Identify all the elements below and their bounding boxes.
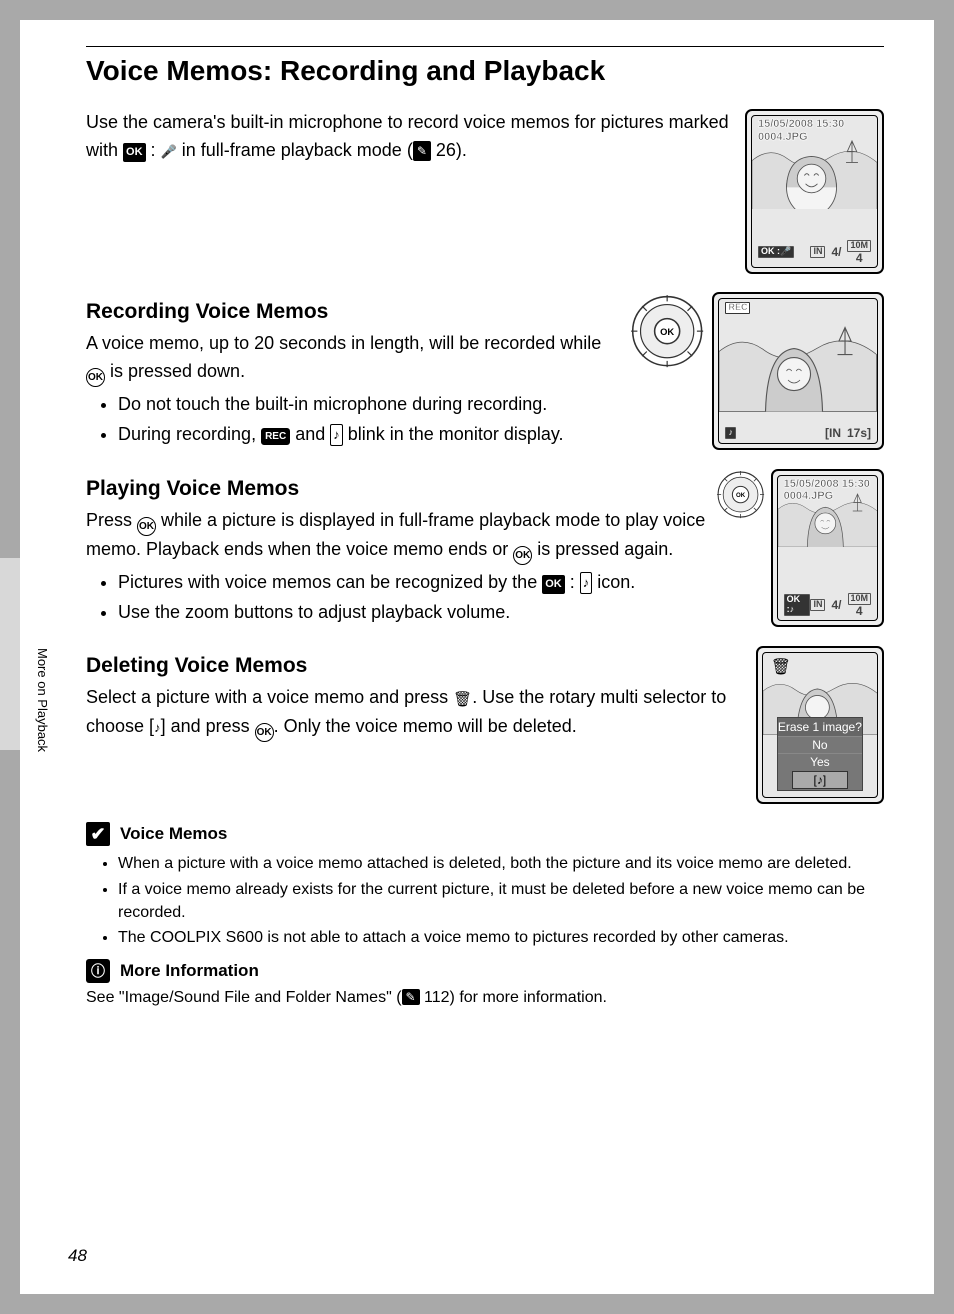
lcd-date: 15/05/2008 15:30 <box>758 118 844 131</box>
ok-dial: OK <box>715 469 766 525</box>
page-ref-icon: ✎ <box>413 141 431 162</box>
moreinfo-heading: More Information <box>120 961 259 981</box>
mic-icon <box>161 137 177 165</box>
erase-memo: [♪] <box>792 771 848 789</box>
recording-note-2: During recording, REC and blink in the m… <box>118 421 618 449</box>
lcd-recording: REC ♪ [IN 17s] <box>712 292 884 450</box>
erase-title: Erase 1 image? <box>778 718 862 736</box>
lcd-date: 15/05/2008 15:30 <box>784 478 870 491</box>
lcd-file: 0004.JPG <box>784 490 870 503</box>
ok-icon: OK <box>255 723 274 742</box>
trash-icon: 🗑 <box>771 657 791 677</box>
svg-text:OK: OK <box>660 326 674 337</box>
in-badge: IN <box>810 246 825 258</box>
erase-no: No <box>778 736 862 753</box>
check-icon: ✔ <box>86 822 110 846</box>
res-badge: 10M <box>848 593 872 605</box>
ok-play-badge: OK :♪ <box>784 594 811 616</box>
in-badge: IN <box>810 599 825 611</box>
erase-yes: Yes <box>778 753 862 770</box>
moreinfo-section: ⓘ More Information See "Image/Sound File… <box>86 959 884 1007</box>
lcd-file: 0004.JPG <box>758 131 844 144</box>
time-label: 17s] <box>847 426 871 440</box>
page-number: 48 <box>68 1246 87 1266</box>
recording-note-1: Do not touch the built-in microphone dur… <box>118 391 618 419</box>
section-label: More on Playback <box>35 648 50 752</box>
lcd-playback-1: 15/05/2008 15:30 0004.JPG OK :🎤 IN 4/ 10… <box>745 109 884 274</box>
playing-note-2: Use the zoom buttons to adjust playback … <box>118 599 705 627</box>
notes-section: ✔ Voice Memos When a picture with a voic… <box>86 822 884 949</box>
note-1: When a picture with a voice memo attache… <box>118 852 884 875</box>
page-title: Voice Memos: Recording and Playback <box>86 55 884 87</box>
in-label: [IN <box>825 426 841 440</box>
lcd-illustration <box>719 299 877 412</box>
playing-section: Playing Voice Memos Press OK while a pic… <box>86 469 715 629</box>
deleting-section: Deleting Voice Memos Select a picture wi… <box>86 646 756 741</box>
trash-icon <box>453 685 472 713</box>
lcd-total: 4 <box>856 605 863 617</box>
deleting-heading: Deleting Voice Memos <box>86 654 746 678</box>
ok-badge: OK :🎤 <box>758 246 794 258</box>
memo-icon <box>580 572 593 594</box>
lcd-erase: 🗑 Erase 1 image? No Yes [♪] <box>756 646 884 804</box>
page-ref-icon: ✎ <box>402 989 420 1005</box>
lcd-total: 4 <box>856 252 863 264</box>
memo-icon <box>330 424 343 446</box>
ok-dial: OK <box>628 292 706 375</box>
note-2: If a voice memo already exists for the c… <box>118 878 884 924</box>
lcd-playback-2: 15/05/2008 15:30 0004.JPG OK :♪ IN 4/ 10… <box>771 469 884 627</box>
notes-heading: Voice Memos <box>120 824 227 844</box>
svg-text:OK: OK <box>736 492 746 499</box>
rec-indicator: REC <box>725 302 750 314</box>
rec-icon: REC <box>261 428 290 446</box>
ok-icon: OK <box>123 143 146 162</box>
ok-icon: OK <box>542 575 565 594</box>
recording-heading: Recording Voice Memos <box>86 300 618 324</box>
rule <box>86 46 884 47</box>
note-icon <box>154 713 161 741</box>
info-icon: ⓘ <box>86 959 110 983</box>
intro-text: Use the camera's built-in microphone to … <box>86 109 745 165</box>
erase-dialog: Erase 1 image? No Yes [♪] <box>777 717 863 791</box>
ok-icon: OK <box>86 368 105 387</box>
playing-heading: Playing Voice Memos <box>86 477 705 501</box>
manual-page: More on Playback 48 Voice Memos: Recordi… <box>20 20 934 1294</box>
memo-badge: ♪ <box>725 427 736 439</box>
ok-icon: OK <box>137 517 156 536</box>
ok-icon: OK <box>513 546 532 565</box>
note-3: The COOLPIX S600 is not able to attach a… <box>118 926 884 949</box>
lcd-count: 4/ <box>831 598 841 612</box>
playing-note-1: Pictures with voice memos can be recogni… <box>118 569 705 597</box>
recording-section: Recording Voice Memos A voice memo, up t… <box>86 292 628 451</box>
lcd-count: 4/ <box>831 245 841 259</box>
